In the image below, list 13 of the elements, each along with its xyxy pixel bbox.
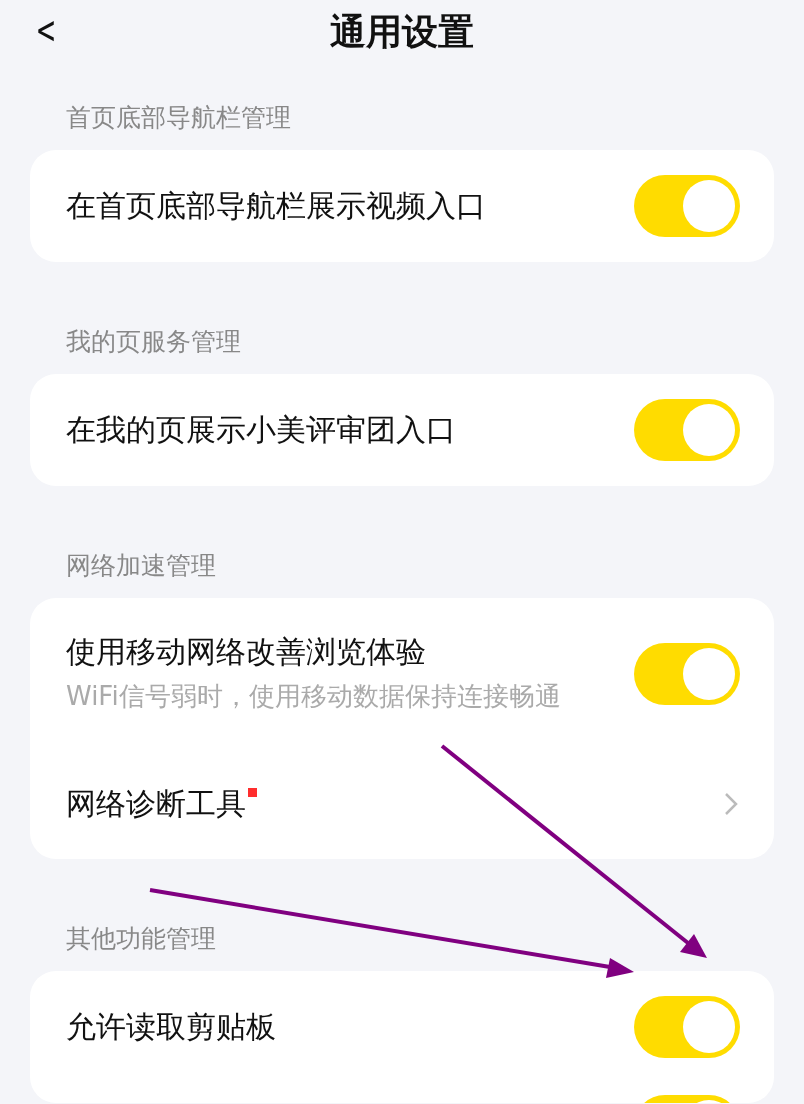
setting-label: 在首页底部导航栏展示视频入口	[66, 187, 486, 225]
setting-label: 允许读取剪贴板	[66, 1008, 276, 1046]
section-title: 网络加速管理	[66, 551, 216, 580]
back-button[interactable]: <	[37, 6, 56, 54]
section-title: 首页底部导航栏管理	[66, 103, 291, 132]
setting-description: WiFi信号弱时，使用移动数据保持连接畅通	[66, 679, 562, 713]
setting-label: 网络诊断工具	[66, 785, 246, 823]
setting-label: 使用移动网络改善浏览体验	[66, 632, 426, 671]
chevron-right-icon	[724, 792, 738, 816]
section-title: 其他功能管理	[66, 924, 216, 953]
setting-label: 在我的页展示小美评审团入口	[66, 411, 456, 449]
page-title: 通用设置	[330, 10, 474, 54]
section-title: 我的页服务管理	[66, 327, 241, 356]
